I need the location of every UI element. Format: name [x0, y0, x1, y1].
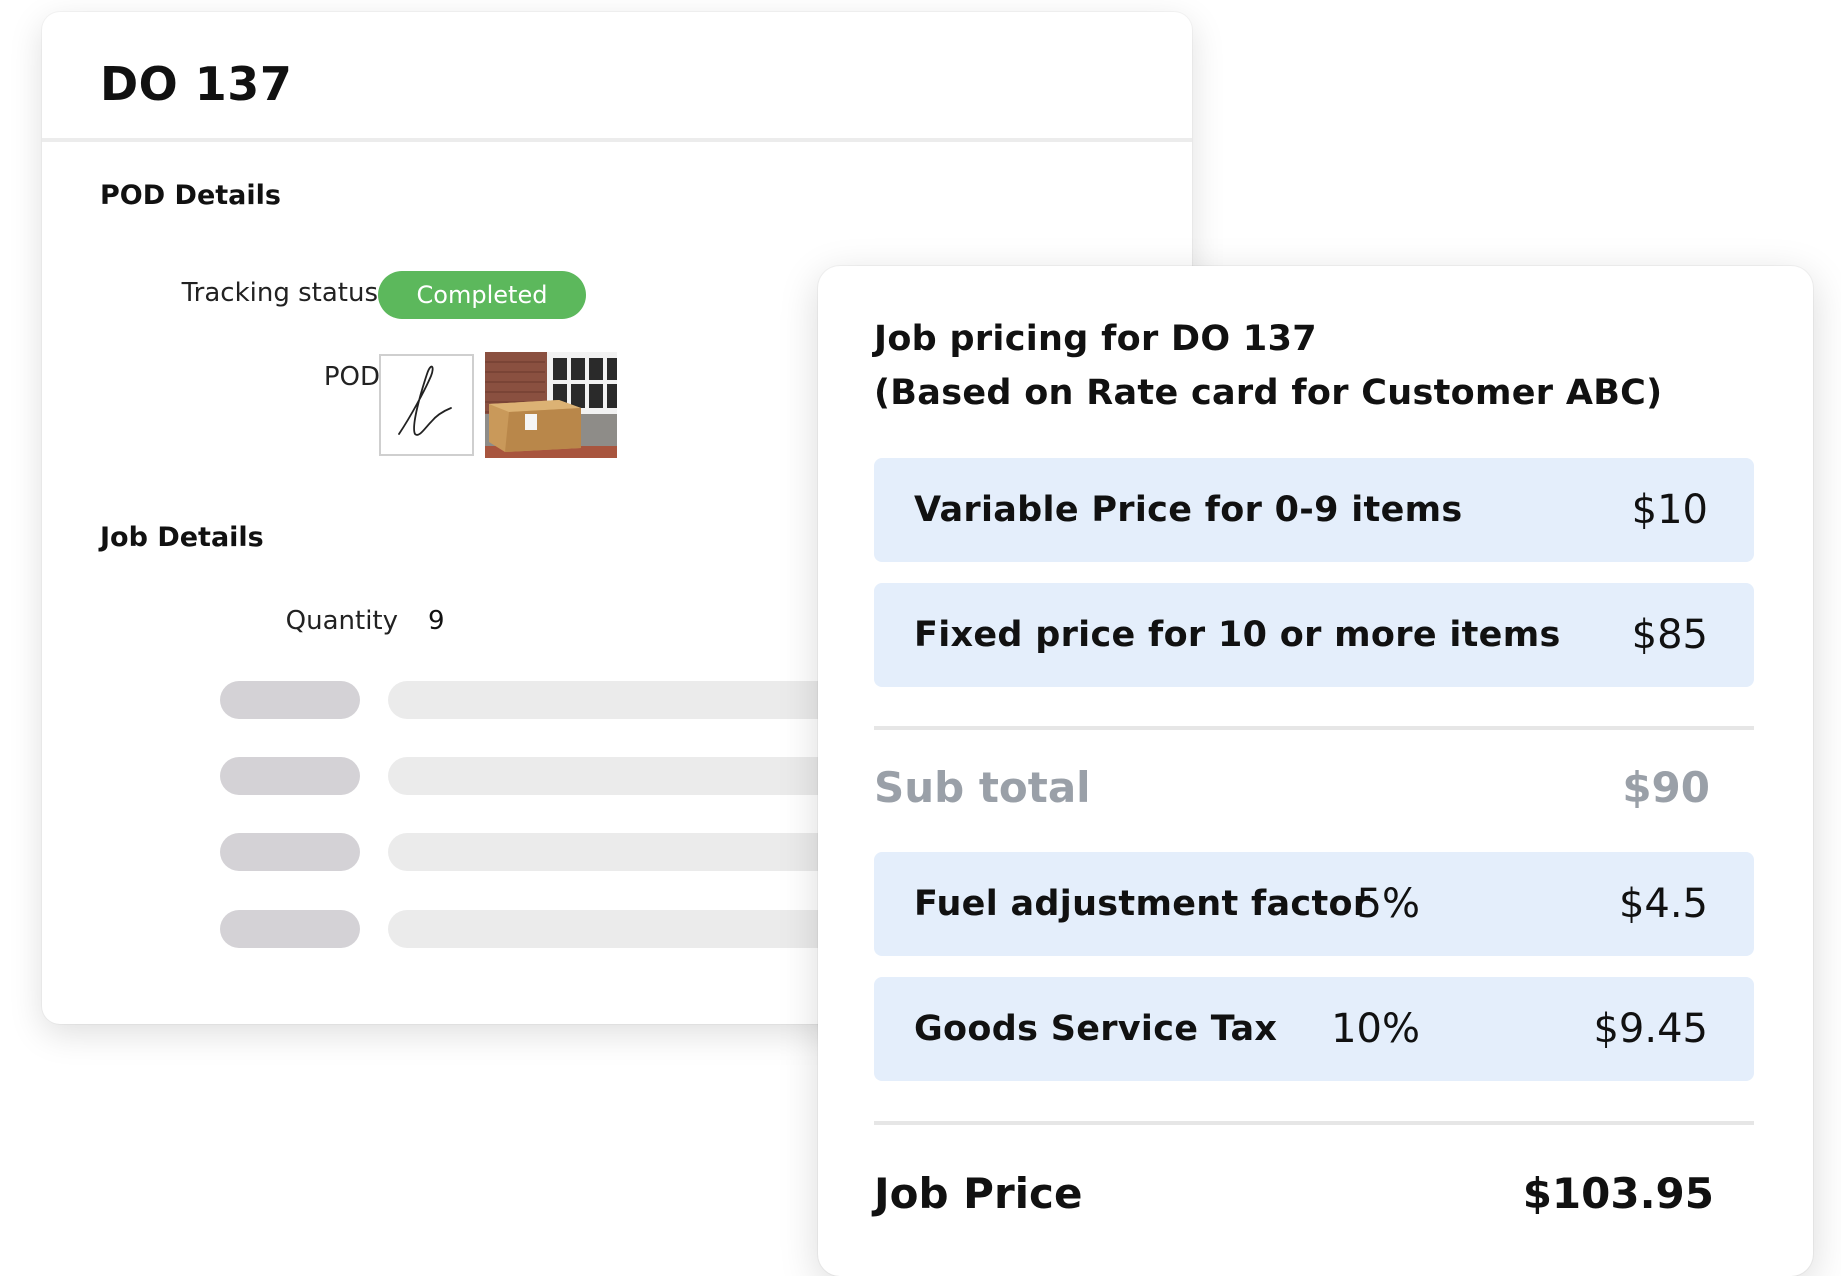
adjustment-amount: $4.5 — [1618, 881, 1708, 927]
quantity-value: 9 — [428, 606, 445, 636]
job-details-heading: Job Details — [100, 522, 264, 553]
pricing-title-line-1: Job pricing for DO 137 — [874, 319, 1317, 359]
adjustment-row-gst: Goods Service Tax 10% $9.45 — [874, 977, 1754, 1081]
price-row-variable: Variable Price for 0-9 items $10 — [874, 458, 1754, 562]
page-title: DO 137 — [100, 57, 293, 111]
price-row-amount: $10 — [1631, 487, 1708, 533]
price-row-label: Fixed price for 10 or more items — [914, 615, 1561, 655]
signature-icon — [398, 365, 452, 436]
job-pricing-card: Job pricing for DO 137 (Based on Rate ca… — [818, 266, 1813, 1276]
adjustment-label: Goods Service Tax — [914, 1009, 1278, 1049]
adjustment-label: Fuel adjustment factor — [914, 884, 1371, 924]
price-row-amount: $85 — [1631, 612, 1708, 658]
placeholder-label-bar — [220, 910, 360, 948]
price-row-fixed: Fixed price for 10 or more items $85 — [874, 583, 1754, 687]
tracking-status-label: Tracking status — [181, 278, 378, 308]
placeholder-label-bar — [220, 833, 360, 871]
delivered-package-icon — [485, 352, 617, 458]
divider — [874, 1121, 1754, 1125]
pricing-title: Job pricing for DO 137 (Based on Rate ca… — [874, 312, 1662, 421]
placeholder-label-bar — [220, 757, 360, 795]
job-price-amount: $103.95 — [1522, 1169, 1714, 1218]
placeholder-label-bar — [220, 681, 360, 719]
adjustment-percent: 5% — [1356, 881, 1420, 927]
pod-details-heading: POD Details — [100, 180, 281, 211]
quantity-label: Quantity — [285, 606, 398, 636]
adjustment-amount: $9.45 — [1593, 1006, 1708, 1052]
adjustment-percent: 10% — [1331, 1006, 1420, 1052]
pricing-title-line-2: (Based on Rate card for Customer ABC) — [874, 373, 1663, 414]
delivery-order-header: DO 137 — [42, 12, 1192, 142]
pod-label: POD — [323, 362, 380, 392]
price-row-label: Variable Price for 0-9 items — [914, 490, 1463, 530]
signature-thumbnail[interactable] — [379, 354, 474, 456]
subtotal-label: Sub total — [874, 763, 1091, 812]
delivery-photo-thumbnail[interactable] — [485, 352, 617, 458]
adjustment-row-fuel: Fuel adjustment factor 5% $4.5 — [874, 852, 1754, 956]
divider — [874, 726, 1754, 730]
status-badge: Completed — [378, 271, 586, 319]
job-price-label: Job Price — [874, 1169, 1083, 1218]
subtotal-amount: $90 — [1622, 763, 1710, 812]
